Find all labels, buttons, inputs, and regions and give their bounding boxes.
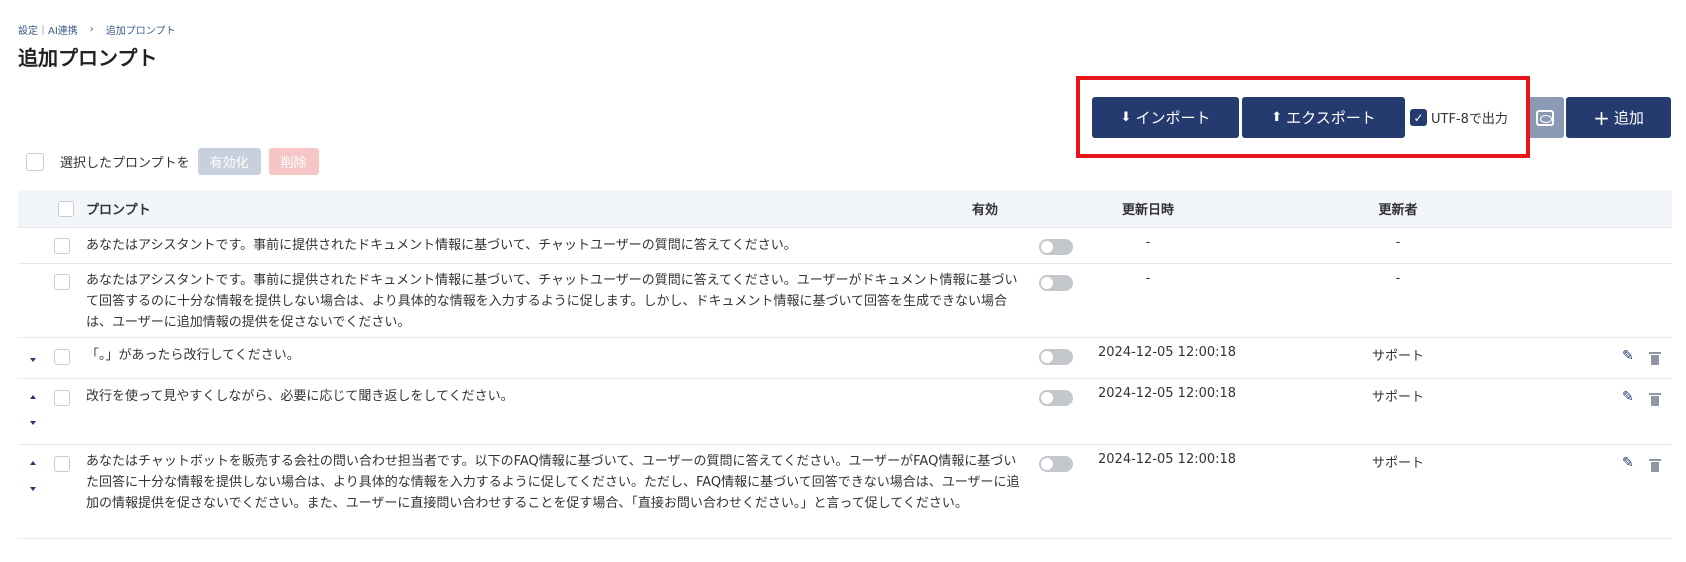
breadcrumb-current: 追加プロンプト bbox=[105, 26, 176, 37]
updated-at: - bbox=[1145, 271, 1151, 286]
page-title: 追加プロンプト bbox=[18, 46, 158, 70]
move-up-icon[interactable] bbox=[30, 461, 36, 465]
table-row: 「。」があったら改行してください。 2024-12-05 12:00:18 サポ… bbox=[18, 338, 1672, 379]
updated-at: 2024-12-05 12:00:18 bbox=[1098, 345, 1237, 360]
trash-icon[interactable] bbox=[1649, 393, 1661, 406]
add-button-label: 追加 bbox=[1613, 109, 1644, 127]
trash-icon[interactable] bbox=[1649, 459, 1661, 472]
pencil-icon[interactable]: ✎ bbox=[1622, 455, 1634, 471]
updated-by: サポート bbox=[1371, 349, 1424, 364]
pencil-icon[interactable]: ✎ bbox=[1622, 348, 1634, 364]
table-row: 改行を使って見やすくしながら、必要に応じて聞き返しをしてください。 2024-1… bbox=[18, 379, 1672, 445]
updated-at: - bbox=[1145, 235, 1151, 250]
header-updated-by: 更新者 bbox=[1378, 203, 1418, 218]
header-enabled: 有効 bbox=[972, 203, 999, 218]
breadcrumb-settings-link[interactable]: 設定｜AI連携 bbox=[18, 22, 78, 37]
row-checkbox[interactable] bbox=[54, 238, 70, 254]
bulk-enable-button[interactable]: 有効化 bbox=[197, 148, 261, 175]
highlight-box bbox=[1076, 76, 1530, 158]
row-checkbox[interactable] bbox=[54, 349, 70, 365]
trash-icon[interactable] bbox=[1649, 352, 1661, 365]
updated-at: 2024-12-05 12:00:18 bbox=[1098, 452, 1237, 467]
updated-at: 2024-12-05 12:00:18 bbox=[1098, 386, 1237, 401]
header-prompt: プロンプト bbox=[86, 203, 151, 218]
enabled-toggle[interactable] bbox=[1039, 456, 1073, 472]
move-down-icon[interactable] bbox=[30, 421, 36, 425]
move-up-icon[interactable] bbox=[30, 395, 36, 399]
enabled-toggle[interactable] bbox=[1039, 239, 1073, 255]
bulk-delete-button[interactable]: 削除 bbox=[268, 148, 319, 175]
row-checkbox[interactable] bbox=[54, 390, 70, 406]
prompt-text: 改行を使って見やすくしながら、必要に応じて聞き返しをしてください。 bbox=[86, 389, 514, 404]
row-checkbox[interactable] bbox=[54, 274, 70, 290]
plus-icon: + bbox=[1593, 105, 1610, 130]
pencil-icon[interactable]: ✎ bbox=[1622, 389, 1634, 405]
updated-by: - bbox=[1395, 271, 1401, 286]
table-row: あなたはアシスタントです。事前に提供されたドキュメント情報に基づいて、チャットユ… bbox=[18, 264, 1672, 338]
prompt-text: あなたはアシスタントです。事前に提供されたドキュメント情報に基づいて、チャットユ… bbox=[86, 273, 1018, 330]
breadcrumb: 設定｜AI連携 › 追加プロンプト bbox=[18, 22, 176, 37]
move-down-icon[interactable] bbox=[30, 358, 36, 362]
updated-by: - bbox=[1395, 235, 1401, 250]
bulk-label: 選択したプロンプトを bbox=[60, 156, 190, 171]
enabled-toggle[interactable] bbox=[1039, 275, 1073, 291]
enabled-toggle[interactable] bbox=[1039, 349, 1073, 365]
table-row: あなたはアシスタントです。事前に提供されたドキュメント情報に基づいて、チャットユ… bbox=[18, 228, 1672, 264]
move-down-icon[interactable] bbox=[30, 487, 36, 491]
select-all-checkbox[interactable] bbox=[58, 201, 74, 217]
preview-icon bbox=[1536, 109, 1554, 126]
table-row: あなたはチャットボットを販売する会社の問い合わせ担当者です。以下のFAQ情報に基… bbox=[18, 445, 1672, 539]
prompt-text: あなたはアシスタントです。事前に提供されたドキュメント情報に基づいて、チャットユ… bbox=[86, 238, 797, 253]
add-button[interactable]: + 追加 bbox=[1566, 97, 1671, 138]
prompt-text: あなたはチャットボットを販売する会社の問い合わせ担当者です。以下のFAQ情報に基… bbox=[86, 454, 1020, 511]
bulk-actions: 選択したプロンプトを 有効化 削除 bbox=[26, 148, 319, 175]
table-header: プロンプト 有効 更新日時 更新者 bbox=[18, 190, 1672, 228]
bulk-select-checkbox[interactable] bbox=[26, 152, 44, 171]
breadcrumb-separator: › bbox=[89, 24, 94, 35]
preview-button[interactable] bbox=[1526, 97, 1564, 138]
updated-by: サポート bbox=[1371, 390, 1424, 405]
prompt-text: 「。」があったら改行してください。 bbox=[86, 348, 300, 363]
row-checkbox[interactable] bbox=[54, 456, 70, 472]
enabled-toggle[interactable] bbox=[1039, 390, 1073, 406]
updated-by: サポート bbox=[1371, 456, 1424, 471]
prompt-table: プロンプト 有効 更新日時 更新者 あなたはアシスタントです。事前に提供されたド… bbox=[18, 190, 1672, 539]
header-updated-at: 更新日時 bbox=[1121, 203, 1174, 218]
